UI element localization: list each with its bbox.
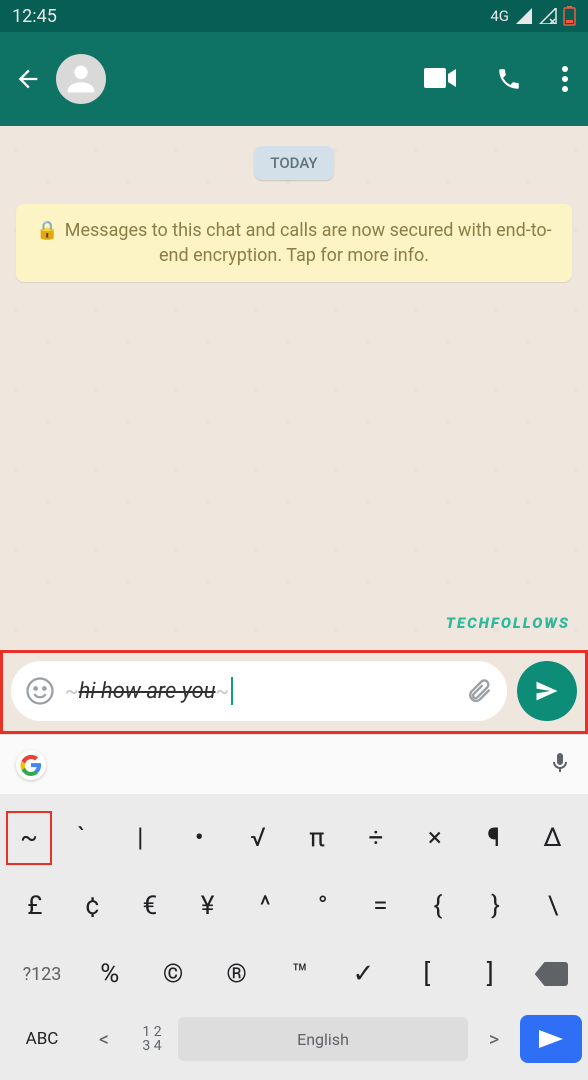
chat-messages-area[interactable]: TODAY 🔒 Messages to this chat and calls a… [0,126,588,650]
key-numeric-bottom: 3 4 [142,1038,161,1054]
keyboard-row-2: £ ¢ € ¥ ^ ° = { } \ [6,872,582,940]
more-icon[interactable] [562,66,568,92]
key-enter[interactable] [520,1015,582,1063]
encryption-text: Messages to this chat and calls are now … [65,220,552,266]
keyboard-row-3: ?123 % © ® ™ ✓ [ ] [6,940,582,1008]
mic-icon[interactable] [548,748,572,782]
key-multiply[interactable]: × [405,811,464,865]
key-backspace[interactable] [522,947,582,1001]
key-percent[interactable]: % [78,947,141,1001]
person-icon [61,59,101,99]
key-delta[interactable]: Δ [523,811,582,865]
key-tilde[interactable]: ~ [6,811,52,865]
keyboard: ~ ` | • √ π ÷ × ¶ Δ £ ¢ € ¥ ^ ° = { } \ … [0,794,588,1080]
key-bullet[interactable]: • [170,811,229,865]
key-equals[interactable]: = [352,879,410,933]
key-cent[interactable]: ¢ [64,879,122,933]
key-backtick[interactable]: ` [52,811,111,865]
key-pilcrow[interactable]: ¶ [464,811,523,865]
key-left-angle[interactable]: < [82,1012,126,1066]
chat-header [0,32,588,126]
key-divide[interactable]: ÷ [346,811,405,865]
key-pipe[interactable]: | [111,811,170,865]
status-time: 12:45 [12,6,57,27]
avatar[interactable] [56,54,106,104]
battery-icon [563,6,576,26]
voice-call-icon[interactable] [496,66,522,92]
status-bar: 12:45 4G [0,0,588,32]
key-sqrt[interactable]: √ [229,811,288,865]
signal-icon [515,8,533,24]
key-registered[interactable]: ® [205,947,268,1001]
key-copyright[interactable]: © [141,947,204,1001]
key-lbrace[interactable]: { [409,879,467,933]
key-lbracket[interactable]: [ [395,947,458,1001]
key-backslash[interactable]: \ [524,879,582,933]
key-pi[interactable]: π [288,811,347,865]
keyboard-row-4: ABC < 1 23 4 English > [6,1008,582,1070]
status-indicators: 4G [490,6,576,26]
date-separator: TODAY [254,146,333,180]
key-abc[interactable]: ABC [6,1012,78,1066]
tilde-prefix: ~ [65,679,79,703]
encryption-notice[interactable]: 🔒 Messages to this chat and calls are now… [16,204,572,282]
text-cursor [231,677,233,705]
header-actions [424,66,578,92]
key-switch-123[interactable]: ?123 [6,947,78,1001]
key-check[interactable]: ✓ [332,947,395,1001]
attach-icon[interactable] [465,677,493,705]
key-right-angle[interactable]: > [472,1012,516,1066]
key-rbracket[interactable]: ] [459,947,522,1001]
send-icon [533,677,561,705]
google-icon[interactable] [16,750,46,780]
message-content: hi how are you [79,679,216,704]
key-degree[interactable]: ° [294,879,352,933]
backspace-icon [535,961,569,987]
lock-icon: 🔒 [36,220,58,241]
keyboard-row-1: ~ ` | • √ π ÷ × ¶ Δ [6,804,582,872]
message-input[interactable]: ~hi how are you~ [65,677,455,705]
tilde-suffix: ~ [216,679,230,703]
message-input-container: ~hi how are you~ [11,661,507,721]
video-call-icon[interactable] [424,66,456,90]
watermark: TECHFOLLOWS [446,614,570,632]
key-caret[interactable]: ^ [236,879,294,933]
message-input-section: ~hi how are you~ [0,650,588,734]
network-type: 4G [490,7,509,25]
key-pound[interactable]: £ [6,879,64,933]
key-rbrace[interactable]: } [467,879,525,933]
signal-icon-2 [539,8,557,24]
send-arrow-icon [537,1028,565,1050]
key-yen[interactable]: ¥ [179,879,237,933]
emoji-icon[interactable] [25,676,55,706]
key-numeric[interactable]: 1 23 4 [130,1012,174,1066]
back-icon[interactable] [14,65,42,93]
keyboard-suggestion-bar [0,734,588,794]
key-trademark[interactable]: ™ [268,947,331,1001]
send-button[interactable] [517,661,577,721]
key-euro[interactable]: € [121,879,179,933]
